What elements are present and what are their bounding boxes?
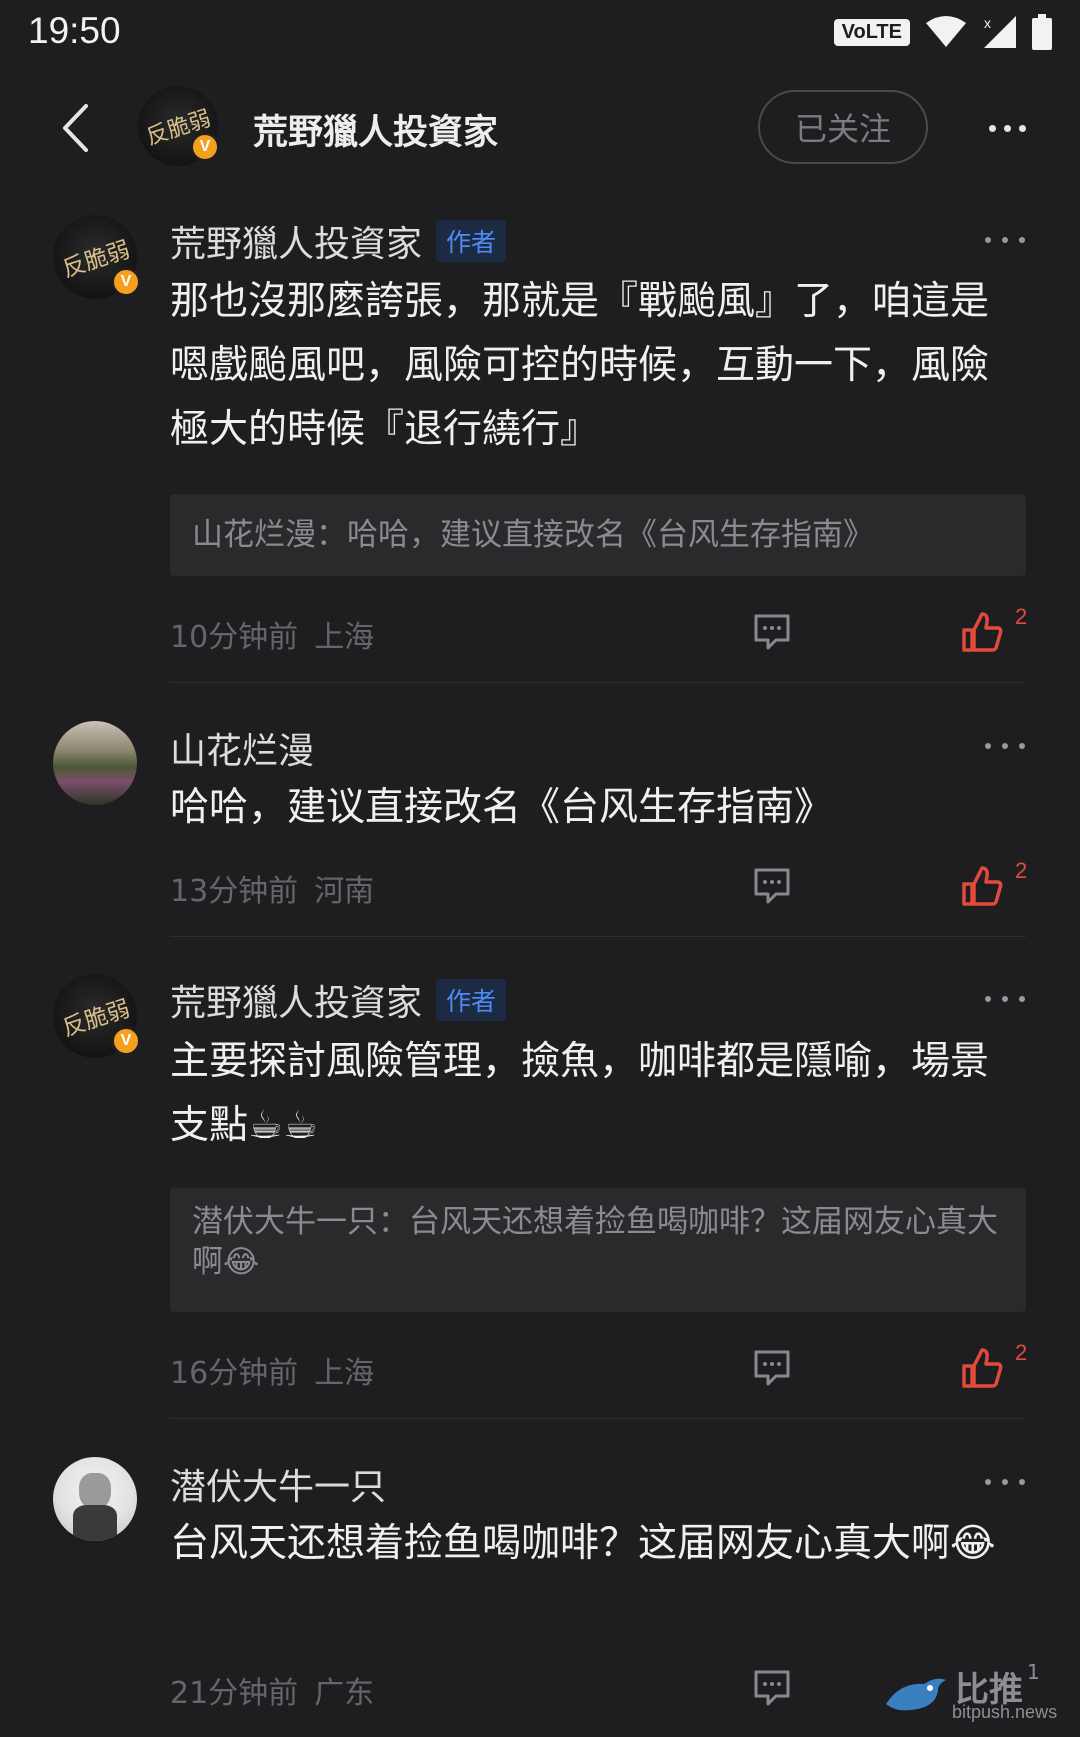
header-avatar[interactable]: 反脆弱 V [138, 86, 220, 166]
more-dot [1002, 996, 1008, 1002]
comment-meta: 13分钟前 河南 [170, 866, 374, 910]
quoted-reply[interactable]: 潜伏大牛一只：台风天还想着捡鱼喝咖啡？这届网友心真大啊😂 [170, 1188, 1026, 1312]
reply-icon[interactable] [752, 866, 792, 906]
comment-location: 上海 [314, 620, 375, 655]
divider [170, 1418, 1026, 1419]
comment-author[interactable]: 山花烂漫 [170, 722, 314, 774]
like-count: 2 [1015, 1340, 1028, 1365]
comment-more-button[interactable] [985, 230, 1025, 250]
watermark: 比推 1 bitpush.news [880, 1660, 1070, 1730]
like-button[interactable]: 2 [960, 604, 1030, 660]
comment-author[interactable]: 潜伏大牛一只 [170, 1458, 386, 1510]
more-dot [1019, 1479, 1025, 1485]
comment-author[interactable]: 荒野獵人投資家 作者 [170, 974, 507, 1026]
verified-badge: V [190, 132, 220, 162]
more-dot [1002, 1479, 1008, 1485]
comment-location: 河南 [314, 874, 375, 909]
author-tag: 作者 [436, 979, 507, 1021]
reply-icon[interactable] [752, 1668, 792, 1708]
comment-author[interactable]: 荒野獵人投資家 作者 [170, 215, 507, 267]
more-dots-icon [988, 124, 996, 132]
more-dots-icon [985, 743, 991, 749]
more-dot [1003, 124, 1011, 132]
comment-time: 21分钟前 [170, 1676, 299, 1711]
comment-text: 哈哈，建议直接改名《台风生存指南》 [170, 785, 834, 830]
comment-author-name: 潜伏大牛一只 [170, 1467, 387, 1508]
status-time: 19:50 [28, 10, 121, 51]
chevron-left-icon [63, 104, 88, 152]
reply-icon[interactable] [752, 1348, 792, 1388]
comment-avatar[interactable] [53, 721, 139, 807]
more-dot [1002, 237, 1008, 243]
battery-icon [1032, 14, 1052, 50]
quoted-reply-text: 潜伏大牛一只：台风天还想着捡鱼喝咖啡？这届网友心真大啊😂 [192, 1204, 998, 1280]
comment-meta: 16分钟前 上海 [170, 1348, 374, 1392]
comment-more-button[interactable] [985, 989, 1025, 1009]
quoted-reply[interactable]: 山花烂漫：哈哈，建议直接改名《台风生存指南》 [170, 494, 1026, 576]
like-count: 2 [1015, 604, 1028, 629]
more-dot [1018, 124, 1026, 132]
comment-more-button[interactable] [985, 1472, 1025, 1492]
more-dot [1002, 743, 1008, 749]
comment-meta: 21分钟前 广东 [170, 1668, 374, 1712]
comment-time: 10分钟前 [170, 620, 299, 655]
comment-author-name: 荒野獵人投資家 [170, 224, 423, 265]
divider [170, 682, 1026, 683]
comment-avatar[interactable] [53, 1457, 139, 1543]
svg-text:x: x [984, 15, 991, 31]
comment-meta: 10分钟前 上海 [170, 612, 374, 656]
more-dots-icon [985, 1479, 991, 1485]
page-title: 荒野獵人投資家 [253, 113, 499, 153]
comment-location: 上海 [314, 1356, 375, 1391]
more-dot [1019, 237, 1025, 243]
volte-badge: VoLTE [833, 18, 910, 46]
comment-text: 那也沒那麼誇張，那就是『戰颱風』了，咱這是嗯戲颱風吧，風險可控的時候，互動一下，… [170, 279, 990, 452]
like-count: 2 [1015, 858, 1028, 883]
more-dots-icon [985, 996, 991, 1002]
more-dots-icon [985, 237, 991, 243]
like-button[interactable]: 2 [960, 858, 1030, 914]
like-button[interactable]: 2 [960, 1340, 1030, 1396]
status-bar: 19:50 VoLTE x [0, 0, 1080, 68]
comment-location: 广东 [314, 1676, 375, 1711]
comment-text: 台风天还想着捡鱼喝咖啡？这届网友心真大啊😂 [170, 1521, 996, 1566]
top-bar: 反脆弱 V 荒野獵人投資家 已关注 [0, 68, 1080, 186]
verified-badge: V [111, 1026, 141, 1056]
comment-text: 主要探討風險管理，撿魚，咖啡都是隱喻，場景支點☕☕ [170, 1039, 990, 1148]
comment-author-name: 山花烂漫 [170, 731, 315, 772]
comment-time: 13分钟前 [170, 874, 299, 909]
signal-icon: x [984, 15, 1016, 48]
more-options-button[interactable] [980, 108, 1034, 148]
watermark-sup: 1 [1027, 1660, 1040, 1684]
thumbs-up-icon [962, 612, 1003, 652]
more-dot [1019, 996, 1025, 1002]
quoted-reply-text: 山花烂漫：哈哈，建议直接改名《台风生存指南》 [192, 517, 874, 553]
back-button[interactable] [50, 98, 100, 158]
comment-author-name: 荒野獵人投資家 [170, 983, 423, 1024]
comment-avatar[interactable]: 反脆弱 V [53, 215, 141, 301]
divider [170, 936, 1026, 937]
status-icons: VoLTE x [833, 12, 1052, 52]
follow-button[interactable]: 已关注 [758, 90, 928, 164]
author-tag: 作者 [436, 220, 507, 262]
bird-icon [886, 1678, 946, 1711]
watermark-url: bitpush.news [952, 1702, 1058, 1722]
verified-badge: V [111, 267, 141, 297]
wifi-icon [926, 16, 966, 47]
more-dot [1019, 743, 1025, 749]
comment-avatar[interactable]: 反脆弱 V [53, 974, 141, 1060]
thumbs-up-icon [962, 1348, 1003, 1388]
thumbs-up-icon [962, 866, 1003, 906]
reply-icon[interactable] [752, 612, 792, 652]
comment-time: 16分钟前 [170, 1356, 299, 1391]
comment-more-button[interactable] [985, 736, 1025, 756]
